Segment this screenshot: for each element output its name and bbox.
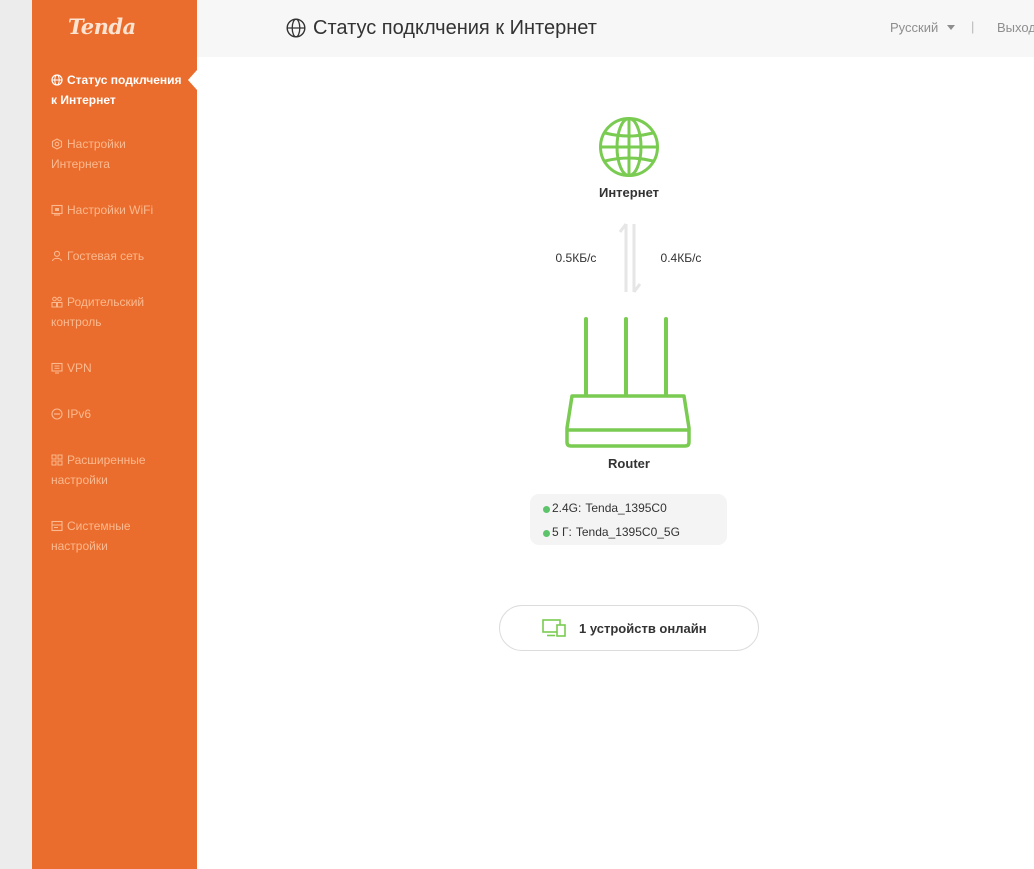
download-rate: 0.4КБ/с [660, 251, 702, 265]
ipv6-circle-icon [51, 408, 63, 420]
online-devices-text: 1 устройств онлайн [579, 620, 707, 636]
wifi-band: 2.4G: [552, 501, 582, 515]
parental-users-icon [51, 296, 63, 308]
tenda-logo: Tenda [68, 14, 136, 39]
system-panel-icon [51, 520, 63, 532]
left-gutter [0, 0, 32, 869]
sidebar-item-guest-network[interactable]: Гостевая сеть [32, 246, 197, 270]
devices-icon [542, 619, 566, 637]
guest-user-icon [51, 250, 63, 262]
globe-icon [51, 74, 63, 86]
sidebar-item-label-line2: контроль [51, 315, 102, 329]
ssid-row-5g: 5 Г: Tenda_1395C0_5G [543, 523, 727, 547]
gear-hex-icon [51, 138, 63, 150]
status-dot [543, 506, 550, 513]
sidebar-item-label: Гостевая сеть [67, 249, 145, 263]
sidebar-item-label-line2: к Интернет [51, 93, 116, 107]
top-bar: Статус подклчения к Интернет Русский | В… [197, 0, 1034, 57]
sidebar-item-label: Расширенные [67, 453, 146, 467]
page: Tenda Статус подклчения к Интернет Настр… [0, 0, 1034, 869]
wifi-band: 5 Г: [552, 525, 572, 539]
sidebar-item-system-settings[interactable]: Системные настройки [32, 516, 197, 560]
sidebar-item-label: Системные [67, 519, 131, 533]
wifi-ssid: Tenda_1395C0 [585, 501, 667, 515]
globe-icon [286, 18, 306, 38]
sidebar-item-wifi-settings[interactable]: Настройки WiFi [32, 200, 197, 224]
sidebar-item-label-line2: настройки [51, 473, 108, 487]
internet-globe-icon [599, 117, 659, 177]
sidebar-item-advanced-settings[interactable]: Расширенные настройки [32, 450, 197, 494]
sidebar-nav: Статус подклчения к Интернет Настройки И… [32, 68, 197, 560]
sidebar-item-label-line2: Интернета [51, 157, 110, 171]
page-title-text: Статус подклчения к Интернет [313, 16, 597, 39]
active-indicator [188, 70, 197, 90]
wifi-ssid: Tenda_1395C0_5G [575, 525, 680, 539]
sidebar-item-label: Родительский [67, 295, 145, 309]
chevron-down-icon [947, 25, 956, 30]
router-icon [565, 317, 691, 448]
sidebar-item-label-line2: настройки [51, 539, 108, 553]
page-title: Статус подклчения к Интернет [286, 14, 597, 42]
vpn-monitor-icon [51, 362, 63, 374]
status-dot [543, 530, 550, 537]
wifi-ssid-panel: 2.4G: Tenda_1395C0 5 Г: Tenda_1395C0_5G [530, 494, 727, 545]
sidebar-item-label: Настройки WiFi [67, 203, 154, 217]
header-separator: | [971, 19, 975, 34]
sidebar-item-label: Настройки [67, 137, 126, 151]
logout-link[interactable]: Выход [997, 20, 1034, 35]
sidebar-item-parental-control[interactable]: Родительский контроль [32, 292, 197, 336]
transfer-arrows-icon [618, 223, 642, 293]
sidebar-item-ipv6[interactable]: IPv6 [32, 404, 197, 428]
sidebar-item-label: VPN [67, 361, 92, 375]
online-devices-button[interactable]: 1 устройств онлайн [499, 605, 759, 651]
ssid-row-2g: 2.4G: Tenda_1395C0 [543, 499, 727, 523]
sidebar-item-internet-settings[interactable]: Настройки Интернета [32, 134, 197, 178]
upload-rate: 0.5КБ/с [555, 251, 597, 265]
language-label: Русский [890, 20, 939, 35]
grid-icon [51, 454, 63, 466]
wifi-screen-icon [51, 204, 63, 216]
sidebar: Tenda Статус подклчения к Интернет Настр… [32, 0, 197, 869]
internet-label: Интернет [598, 185, 659, 200]
sidebar-item-vpn[interactable]: VPN [32, 358, 197, 382]
sidebar-item-label: IPv6 [67, 407, 92, 421]
language-select[interactable]: Русский [890, 20, 956, 35]
router-label: Router [608, 456, 650, 471]
sidebar-item-label: Статус подклчения [67, 73, 182, 87]
sidebar-item-internet-status[interactable]: Статус подклчения к Интернет [32, 68, 197, 112]
